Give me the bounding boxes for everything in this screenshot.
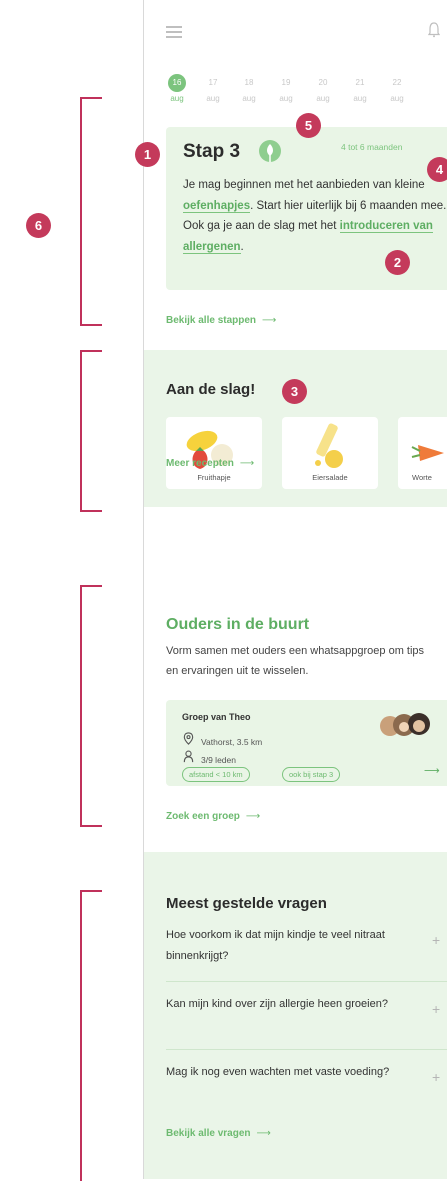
arrow-right-icon: ⟶ [256,1128,271,1139]
group-members-row: 3/9 leden [182,750,236,765]
date-number: 20 [318,78,328,87]
group-avatars [380,713,430,736]
stap-description: Je mag beginnen met het aanbieden van kl… [183,175,447,257]
faq-question[interactable]: Kan mijn kind over zijn allergie heen gr… [166,994,436,1015]
annotation-bracket [80,890,102,1181]
all-questions-link-label: Bekijk alle vragen [166,1128,251,1139]
recipe-card-fruithapje[interactable]: Fruithapje [166,417,262,489]
divider [166,981,447,982]
date-month: aug [279,94,293,103]
all-steps-link-label: Bekijk alle stappen [166,315,257,326]
date-month: aug [316,94,330,103]
date-number: 22 [392,78,402,87]
faq-question[interactable]: Hoe voorkom ik dat mijn kindje te veel n… [166,925,436,967]
annotation-bracket [80,350,102,512]
date-month: aug [242,94,256,103]
arrow-right-icon: ⟶ [239,458,255,469]
arrow-right-icon[interactable]: ⟶ [424,764,440,777]
hamburger-menu-icon[interactable] [166,26,182,38]
date-item[interactable]: 16 aug [164,70,190,104]
top-bar [144,0,447,60]
stap-age-range: 4 tot 6 maanden [341,142,403,152]
stap-text-part: . [240,240,244,253]
recipe-label: Eiersalade [312,473,348,482]
date-number: 18 [244,78,254,87]
date-strip: 16 aug 17 aug 18 aug 19 aug 20 aug 21 aug 22 au… [154,70,447,110]
date-item[interactable]: 19 aug [273,70,299,104]
plus-icon[interactable]: + [432,1001,440,1017]
date-number: 21 [355,78,365,87]
recipe-card-wortel[interactable]: Worte [398,417,447,489]
date-number: 17 [208,78,218,87]
date-month: aug [353,94,367,103]
recipe-card-eiersalade[interactable]: Eiersalade [282,417,378,489]
search-group-link-label: Zoek een groep [166,811,240,822]
more-recipes-link[interactable]: Meer recepten ⟶ [166,458,254,469]
date-item[interactable]: 18 aug [236,70,262,104]
recipe-label: Worte [412,473,432,482]
annotation-badge: 5 [296,113,321,138]
stap-title: Stap 3 [183,141,241,162]
faq-question[interactable]: Mag ik nog even wachten met vaste voedin… [166,1062,436,1083]
group-location-row: Vathorst, 3.5 km [182,732,262,747]
oefenhapjes-link[interactable]: oefenhapjes [183,199,251,213]
date-month: aug [206,94,220,103]
bell-icon[interactable] [428,22,440,38]
all-questions-link[interactable]: Bekijk alle vragen ⟶ [166,1128,271,1139]
eiersalade-illustration [315,423,343,468]
search-group-link[interactable]: Zoek een groep ⟶ [166,811,260,822]
chip-distance: afstand < 10 km [182,767,250,782]
all-steps-link[interactable]: Bekijk alle stappen ⟶ [166,315,276,326]
ouders-title: Ouders in de buurt [166,616,310,633]
group-title: Groep van Theo [182,712,251,722]
plus-icon[interactable]: + [432,1069,440,1085]
stap-text-part: Je mag beginnen met het aanbieden van kl… [183,179,425,191]
annotation-badge: 4 [427,157,447,182]
recipe-label: Fruithapje [197,473,231,482]
divider [166,1049,447,1050]
group-card[interactable]: Groep van Theo Vathorst, 3.5 km 3/9 lede… [166,700,447,786]
annotation-badge: 1 [135,142,160,167]
annotation-bracket [80,585,102,827]
annotation-badge: 3 [282,379,307,404]
phone-screen: 16 aug 17 aug 18 aug 19 aug 20 aug 21 aug 22 au… [143,0,447,1179]
date-item[interactable]: 17 aug [200,70,226,104]
date-item[interactable]: 21 aug [347,70,373,104]
date-month: aug [390,94,404,103]
date-month: aug [170,94,184,103]
chip-stap: ook bij stap 3 [282,767,341,782]
more-recipes-link-label: Meer recepten [166,458,234,469]
location-pin-icon [183,732,194,745]
group-members: 3/9 leden [201,755,236,765]
group-location: Vathorst, 3.5 km [201,737,263,747]
recipes-title: Aan de slag! [166,381,256,398]
date-item[interactable]: 20 aug [310,70,336,104]
date-number: 19 [281,78,291,87]
arrow-right-icon: ⟶ [262,315,277,326]
leaf-icon [259,140,281,162]
carrot-illustration [411,445,444,461]
ouders-description: Vorm samen met ouders een whatsappgroep … [166,645,425,677]
plus-icon[interactable]: + [432,932,440,948]
annotation-bracket [80,97,102,326]
annotation-badge: 6 [26,213,51,238]
date-number: 16 [168,74,186,92]
arrow-right-icon: ⟶ [245,811,261,822]
annotation-badge: 2 [385,250,410,275]
person-icon [183,750,194,763]
date-item[interactable]: 22 aug [384,70,410,104]
faq-title: Meest gestelde vragen [166,895,327,912]
